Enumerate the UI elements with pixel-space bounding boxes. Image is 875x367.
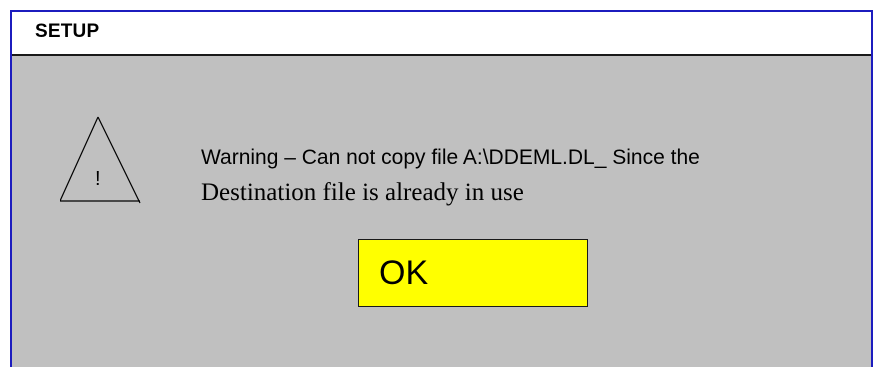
ok-button[interactable]: OK — [358, 239, 588, 307]
dialog-title: SETUP — [35, 21, 100, 42]
warning-message: Warning – Can not copy file A:\DDEML.DL_… — [201, 146, 700, 206]
warning-message-line1: Warning – Can not copy file A:\DDEML.DL_… — [201, 146, 700, 169]
dialog-titlebar: SETUP — [12, 12, 871, 56]
ok-button-label: OK — [379, 254, 429, 292]
setup-dialog: SETUP ! Warning – Can not copy file A:\D… — [10, 10, 873, 367]
warning-triangle-icon: ! — [60, 116, 141, 204]
warning-message-line2: Destination file is already in use — [201, 179, 524, 206]
exclamation-glyph: ! — [95, 168, 101, 190]
